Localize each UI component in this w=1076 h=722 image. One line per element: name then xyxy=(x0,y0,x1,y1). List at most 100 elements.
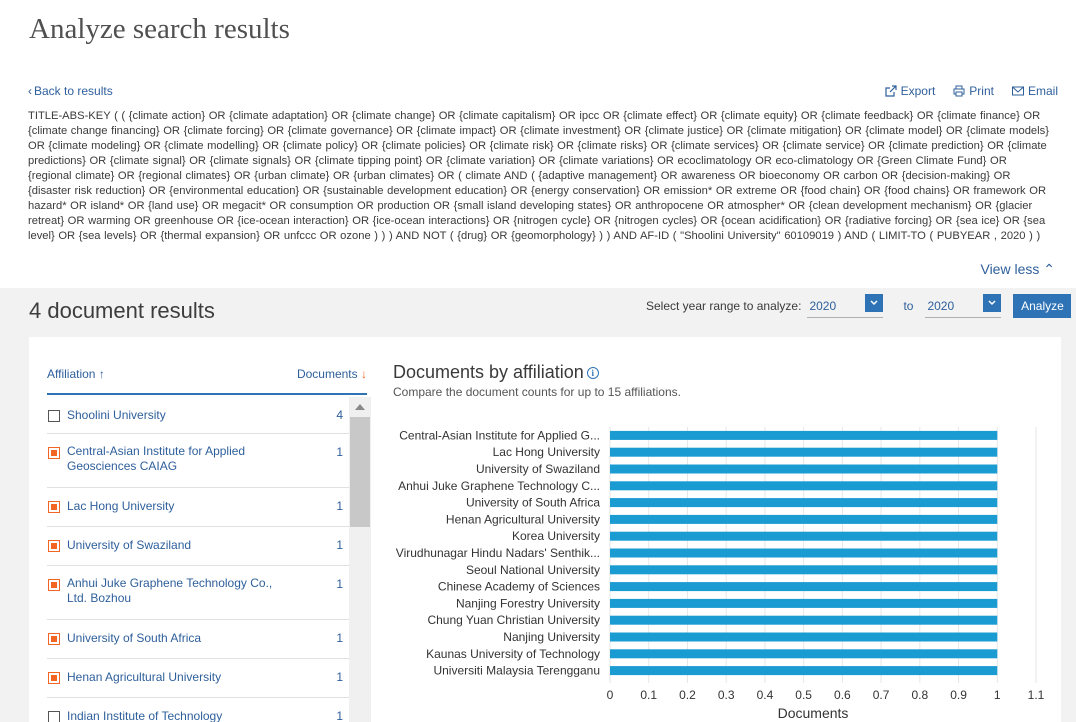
arrow-up-icon: ↑ xyxy=(98,367,105,381)
affiliation-count[interactable]: 1 xyxy=(336,538,343,552)
affiliation-count[interactable]: 1 xyxy=(336,670,343,684)
affiliation-list: Shoolini University 4 Central-Asian Inst… xyxy=(47,397,349,722)
list-item: University of South Africa 1 xyxy=(47,620,349,659)
documents-by-affiliation-chart: 0 0.1 0.2 0.3 0.4 0.5 0.6 0.7 0.8 0.9 1 1.1 Central-… xyxy=(396,427,1045,721)
list-item: Lac Hong University 1 xyxy=(47,488,349,527)
affiliation-count[interactable]: 1 xyxy=(336,499,343,513)
affiliation-count[interactable]: 1 xyxy=(336,445,343,459)
chevron-left-icon: ‹ xyxy=(28,84,32,98)
envelope-icon xyxy=(1011,86,1024,96)
view-less-toggle[interactable]: View less ⌃ xyxy=(980,261,1055,278)
affiliation-name[interactable]: University of South Africa xyxy=(67,631,277,646)
affiliation-name[interactable]: Henan Agricultural University xyxy=(67,670,277,685)
y-tick-label: Kaunas University of Technology xyxy=(426,647,600,661)
year-to-select[interactable]: 2020 xyxy=(925,294,1002,318)
scrollbar-thumb[interactable] xyxy=(350,417,370,527)
affiliation-name[interactable]: Anhui Juke Graphene Technology Co., Ltd.… xyxy=(67,576,277,606)
y-tick-label: Lac Hong University xyxy=(493,445,600,459)
affiliation-count[interactable]: 4 xyxy=(336,408,343,422)
affiliation-name[interactable]: Central-Asian Institute for Applied Geos… xyxy=(67,444,277,474)
view-less-label: View less xyxy=(980,261,1040,277)
y-tick-label: Korea University xyxy=(512,529,600,543)
bar xyxy=(610,481,998,491)
bar xyxy=(610,430,998,440)
affiliation-analysis-card: Affiliation ↑ Documents ↓ Shoolini Unive… xyxy=(29,337,1061,722)
affiliation-checkbox[interactable] xyxy=(48,410,60,422)
x-tick-label: 1.1 xyxy=(1028,688,1045,702)
affiliation-checkbox[interactable] xyxy=(48,447,60,459)
x-tick-label: 0.7 xyxy=(873,688,890,702)
action-bar: Export Print Email xyxy=(885,84,1058,98)
affiliation-count[interactable]: 1 xyxy=(336,577,343,591)
export-button[interactable]: Export xyxy=(885,84,936,98)
y-tick-label: Nanjing University xyxy=(503,630,600,644)
affiliation-checkbox[interactable] xyxy=(48,672,60,684)
print-button[interactable]: Print xyxy=(953,84,994,98)
email-button[interactable]: Email xyxy=(1011,84,1058,98)
bar xyxy=(610,531,998,541)
list-item: Central-Asian Institute for Applied Geos… xyxy=(47,434,349,488)
bar xyxy=(610,498,998,508)
affiliation-name[interactable]: Indian Institute of Technology xyxy=(67,709,277,722)
y-tick-label: Nanjing Forestry University xyxy=(456,596,600,610)
y-tick-label: Anhui Juke Graphene Technology C... xyxy=(398,479,600,493)
back-label: Back to results xyxy=(34,84,113,98)
bar xyxy=(610,447,998,457)
scroll-up-icon[interactable] xyxy=(355,404,365,410)
bar xyxy=(610,582,998,592)
query-panel: ‹ Back to results Export Print Email TITL… xyxy=(7,68,1076,288)
bar xyxy=(610,649,998,659)
y-tick-label: Universiti Malaysia Terengganu xyxy=(433,664,600,678)
analyze-button[interactable]: Analyze xyxy=(1013,294,1072,318)
results-count: 4 document results xyxy=(29,298,215,323)
list-item: Henan Agricultural University 1 xyxy=(47,659,349,698)
bar xyxy=(610,598,998,608)
year-to-value: 2020 xyxy=(927,298,955,313)
x-tick-label: 0.1 xyxy=(640,688,657,702)
export-label: Export xyxy=(900,84,936,98)
year-range-controls: Select year range to analyze: 2020 to 20… xyxy=(646,294,1072,318)
documents-column-label: Documents xyxy=(296,367,358,381)
bar xyxy=(610,666,998,676)
year-from-value: 2020 xyxy=(809,298,837,313)
affiliation-count[interactable]: 1 xyxy=(336,709,343,722)
affiliation-name[interactable]: University of Swaziland xyxy=(67,538,277,553)
y-tick-label: Virudhunagar Hindu Nadars' Senthik... xyxy=(396,546,600,560)
chevron-down-icon xyxy=(983,294,1002,312)
x-tick-label: 0.4 xyxy=(757,688,774,702)
affiliation-name[interactable]: Lac Hong University xyxy=(67,499,277,514)
affiliation-name[interactable]: Shoolini University xyxy=(67,408,277,423)
bar xyxy=(610,548,998,558)
bar xyxy=(610,464,998,474)
arrow-down-icon: ↓ xyxy=(361,367,367,381)
affiliation-checkbox[interactable] xyxy=(48,633,60,645)
affiliation-column-label: Affiliation xyxy=(47,367,96,381)
affiliation-checkbox[interactable] xyxy=(48,501,60,513)
bar xyxy=(610,632,998,642)
back-to-results-link[interactable]: ‹ Back to results xyxy=(28,84,113,98)
y-tick-label: Chung Yuan Christian University xyxy=(427,613,600,627)
info-icon[interactable]: i xyxy=(586,367,599,380)
list-item: Anhui Juke Graphene Technology Co., Ltd.… xyxy=(47,566,349,620)
x-axis-label: Documents xyxy=(778,705,849,721)
affiliation-list-scrollbar[interactable] xyxy=(349,397,371,722)
x-tick-label: 0.6 xyxy=(834,688,851,702)
affiliation-checkbox[interactable] xyxy=(48,579,60,591)
export-icon xyxy=(885,85,897,97)
year-range-label: Select year range to analyze: xyxy=(646,299,802,313)
sort-by-affiliation[interactable]: Affiliation ↑ xyxy=(47,367,105,381)
year-from-select[interactable]: 2020 xyxy=(807,294,884,318)
affiliation-count[interactable]: 1 xyxy=(336,631,343,645)
y-tick-label: Seoul National University xyxy=(466,563,600,577)
affiliation-checkbox[interactable] xyxy=(48,711,60,722)
x-tick-label: 0.5 xyxy=(795,688,812,702)
y-tick-label: University of South Africa xyxy=(466,496,600,510)
affiliation-checkbox[interactable] xyxy=(48,540,60,552)
search-query-string: TITLE-ABS-KEY ( ( {climate action} OR {c… xyxy=(28,110,1049,242)
x-tick-label: 1 xyxy=(994,688,1001,702)
print-label: Print xyxy=(969,84,994,98)
printer-icon xyxy=(953,85,965,97)
chevron-down-icon xyxy=(865,294,884,312)
y-tick-label: Central-Asian Institute for Applied G... xyxy=(399,428,600,442)
sort-by-documents[interactable]: Documents ↓ xyxy=(297,367,367,381)
